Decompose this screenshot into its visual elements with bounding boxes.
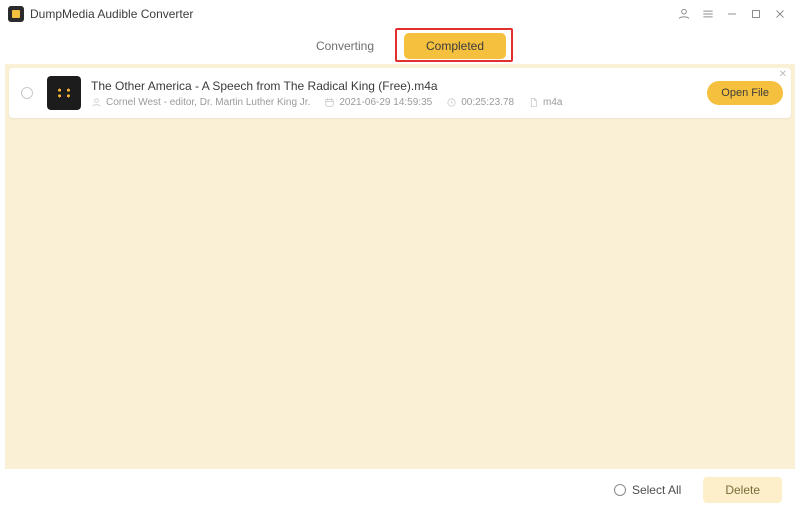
app-logo-inner xyxy=(12,10,20,18)
app-logo xyxy=(8,6,24,22)
tab-completed[interactable]: Completed xyxy=(404,33,506,59)
select-all-radio-icon xyxy=(614,484,626,496)
footer-bar: Select All Delete xyxy=(0,469,800,511)
file-date: 2021-06-29 14:59:35 xyxy=(324,97,432,108)
file-author: Cornel West - editor, Dr. Martin Luther … xyxy=(91,97,310,108)
minimize-button[interactable] xyxy=(720,2,744,26)
file-format-text: m4a xyxy=(543,97,562,108)
file-duration: 00:25:23.78 xyxy=(446,97,514,108)
file-remove-icon[interactable]: ✕ xyxy=(779,70,787,80)
file-thumbnail xyxy=(47,76,81,110)
delete-button[interactable]: Delete xyxy=(703,477,782,503)
file-name: The Other America - A Speech from The Ra… xyxy=(91,79,697,93)
file-select-radio[interactable] xyxy=(21,87,33,99)
thumbnail-art xyxy=(53,86,75,100)
file-meta-row: Cornel West - editor, Dr. Martin Luther … xyxy=(91,97,697,108)
title-bar: DumpMedia Audible Converter xyxy=(0,0,800,28)
calendar-icon xyxy=(324,97,335,108)
file-duration-text: 00:25:23.78 xyxy=(461,97,514,108)
file-date-text: 2021-06-29 14:59:35 xyxy=(339,97,432,108)
file-card: The Other America - A Speech from The Ra… xyxy=(9,68,791,118)
app-title: DumpMedia Audible Converter xyxy=(30,7,193,21)
account-icon[interactable] xyxy=(672,2,696,26)
file-icon xyxy=(528,97,539,108)
tab-converting[interactable]: Converting xyxy=(294,33,396,59)
file-format: m4a xyxy=(528,97,562,108)
select-all-label: Select All xyxy=(632,483,681,497)
content-area: The Other America - A Speech from The Ra… xyxy=(5,64,795,469)
close-button[interactable] xyxy=(768,2,792,26)
tab-row: Converting Completed xyxy=(0,28,800,64)
maximize-button[interactable] xyxy=(744,2,768,26)
menu-icon[interactable] xyxy=(696,2,720,26)
file-info: The Other America - A Speech from The Ra… xyxy=(91,79,697,108)
open-file-button[interactable]: Open File xyxy=(707,81,783,105)
person-icon xyxy=(91,97,102,108)
clock-icon xyxy=(446,97,457,108)
select-all-toggle[interactable]: Select All xyxy=(614,483,681,497)
file-author-text: Cornel West - editor, Dr. Martin Luther … xyxy=(106,97,310,108)
